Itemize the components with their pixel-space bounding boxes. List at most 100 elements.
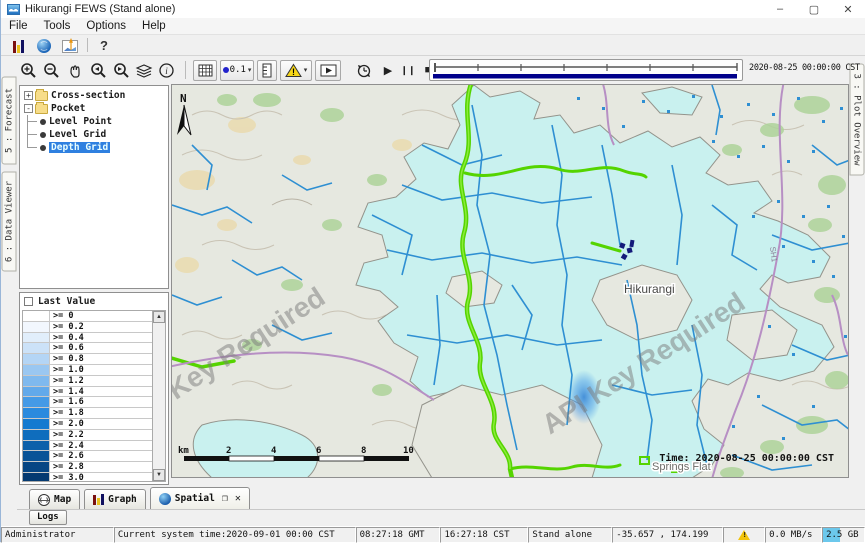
status-memory[interactable]: 2.5 GB <box>822 527 865 543</box>
menu-tools[interactable]: Tools <box>44 20 71 32</box>
legend-row: >= 2.2 <box>23 430 152 441</box>
app-window: Hikurangi FEWS (Stand alone) – ▢ ✕ File … <box>0 0 865 542</box>
tree-item-pocket[interactable]: - Pocket <box>22 102 168 115</box>
timeline-progress-bar <box>433 74 737 79</box>
zoom-in-icon[interactable] <box>17 59 40 81</box>
svg-text:6: 6 <box>316 446 321 456</box>
legend-swatch <box>23 311 50 321</box>
tab-plot-overview[interactable]: 3 : Plot Overview <box>850 64 865 176</box>
pan-hand-icon[interactable] <box>63 59 86 81</box>
legend-row: >= 1.8 <box>23 408 152 419</box>
layer-node-icon <box>40 145 46 151</box>
tree-item-depth-grid[interactable]: Depth Grid <box>22 141 168 154</box>
svg-text:10: 10 <box>403 446 414 456</box>
tree-item-label[interactable]: Level Grid <box>49 129 106 140</box>
legend-row: >= 0.6 <box>23 343 152 354</box>
scroll-down-icon[interactable]: ▼ <box>153 469 165 481</box>
tree-item-label[interactable]: Level Point <box>49 116 112 127</box>
folder-icon <box>35 91 48 101</box>
info-icon[interactable]: i <box>155 59 178 81</box>
legend-row: >= 1.2 <box>23 376 152 387</box>
status-warning-cell[interactable] <box>723 527 765 543</box>
data-viewer-panel: + Cross-section - Pocket Level Point Lev… <box>17 84 171 487</box>
menu-file[interactable]: File <box>9 20 28 32</box>
tree-item-level-grid[interactable]: Level Grid <box>22 128 168 141</box>
restore-pane-icon[interactable]: ❐ <box>222 493 228 504</box>
legend-row: >= 0.8 <box>23 354 152 365</box>
collapse-icon[interactable]: - <box>24 104 33 113</box>
last-value-checkbox[interactable] <box>24 297 33 306</box>
maximize-button[interactable]: ▢ <box>797 0 831 18</box>
document-tab-bar: Map Graph Spatial ❐ ✕ <box>17 487 865 510</box>
tab-graph[interactable]: Graph <box>84 489 146 509</box>
zoom-next-icon[interactable] <box>109 59 132 81</box>
label-hikurangi: Hikurangi <box>624 282 675 296</box>
minimize-button[interactable]: – <box>763 0 797 18</box>
tab-spatial[interactable]: Spatial ❐ ✕ <box>150 487 250 509</box>
tree-item-label[interactable]: Cross-section <box>51 90 125 101</box>
close-button[interactable]: ✕ <box>831 0 865 18</box>
menu-bar: File Tools Options Help <box>1 18 865 35</box>
legend-row: >= 2.6 <box>23 451 152 462</box>
svg-text:N: N <box>180 92 187 105</box>
animation-timer-icon[interactable] <box>350 59 378 81</box>
pause-button[interactable]: ❙❙ <box>398 65 418 76</box>
tab-forecast[interactable]: 5 : Forecast <box>2 77 17 165</box>
legend-row: >= 1.4 <box>23 387 152 398</box>
map-display-icon[interactable] <box>35 37 53 53</box>
status-transfer-rate: 0.0 MB/s <box>765 527 822 543</box>
zoom-out-icon[interactable] <box>40 59 63 81</box>
svg-text:4: 4 <box>271 446 277 456</box>
map-toolbar: i 0.1 ▾ ! ▾ ▶ ❙❙ ■ ❙◀ ▶❙ <box>17 56 848 84</box>
last-value-label: Last Value <box>38 296 95 307</box>
map-canvas[interactable]: API Key Required API Key Required Hikura… <box>171 84 849 478</box>
legend-scrollbar[interactable]: ▲ ▼ <box>152 311 165 481</box>
wireframe-globe-icon <box>38 494 50 506</box>
tree-item-cross-section[interactable]: + Cross-section <box>22 89 168 102</box>
tree-item-level-point[interactable]: Level Point <box>22 115 168 128</box>
close-pane-icon[interactable]: ✕ <box>235 493 241 504</box>
help-icon[interactable]: ? <box>100 38 108 53</box>
expand-icon[interactable]: + <box>24 91 33 100</box>
media-player-button[interactable] <box>315 60 341 81</box>
logs-panel-icon[interactable] <box>9 37 27 53</box>
threshold-dropdown[interactable]: 0.1 ▾ <box>220 60 254 81</box>
app-icon <box>7 4 20 15</box>
menu-help[interactable]: Help <box>142 20 166 32</box>
zoom-previous-icon[interactable] <box>86 59 109 81</box>
legend-row: >= 0.2 <box>23 322 152 333</box>
threshold-value: 0.1 <box>230 65 246 75</box>
timeseries-display-icon[interactable] <box>61 37 79 53</box>
logs-row: Logs <box>17 510 865 526</box>
warning-dropdown[interactable]: ! ▾ <box>280 60 312 81</box>
svg-text:8: 8 <box>361 446 366 456</box>
time-slider[interactable] <box>429 59 743 81</box>
legend-row: >= 0 <box>23 311 152 322</box>
scroll-up-icon[interactable]: ▲ <box>153 311 165 323</box>
layer-tree: + Cross-section - Pocket Level Point Lev… <box>19 85 169 289</box>
tab-map[interactable]: Map <box>29 489 80 509</box>
play-button[interactable]: ▶ <box>378 64 398 77</box>
folder-icon <box>35 104 48 114</box>
tab-data-viewer[interactable]: 6 : Data Viewer <box>2 172 17 272</box>
timeline-timestamp: 2020-08-25 00:00:00 CST <box>749 63 865 73</box>
legend-row: >= 2.0 <box>23 419 152 430</box>
chevron-down-icon: ▾ <box>248 66 252 74</box>
grid-display-button[interactable] <box>193 60 217 81</box>
tree-item-label-selected[interactable]: Depth Grid <box>49 142 110 153</box>
tree-guide <box>27 128 39 141</box>
map-time-label: Time: 2020-08-25 00:00:00 CST <box>659 452 834 464</box>
legend-row: >= 3.0 <box>23 473 152 482</box>
tree-guide <box>27 115 39 128</box>
legend-row: >= 1.6 <box>23 397 152 408</box>
status-user: Administrator <box>1 527 114 543</box>
layers-icon[interactable] <box>132 59 155 81</box>
logs-button[interactable]: Logs <box>29 510 67 525</box>
scale-gauge-button[interactable] <box>257 60 277 81</box>
legend-list: >= 0 >= 0.2 >= 0.4 >= 0.6 >= 0.8 >= 1.0 … <box>22 310 166 482</box>
main-toolbar: ? <box>1 35 865 56</box>
legend-panel: Last Value >= 0 >= 0.2 >= 0.4 >= 0.6 >= … <box>19 292 169 485</box>
menu-options[interactable]: Options <box>86 20 126 32</box>
toolbar-separator <box>185 61 186 79</box>
tree-item-label[interactable]: Pocket <box>51 103 85 114</box>
